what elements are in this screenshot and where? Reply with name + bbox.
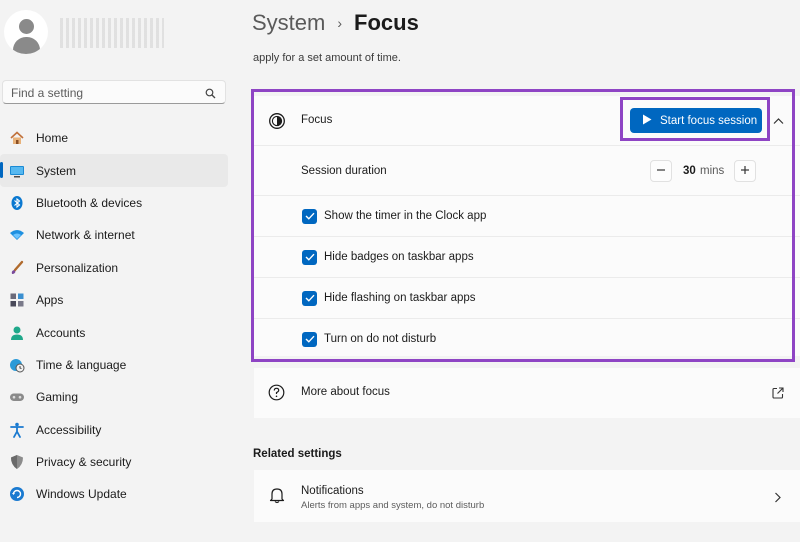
sidebar-item-label: System (36, 163, 77, 178)
notifications-card[interactable]: Notifications Alerts from apps and syste… (254, 470, 800, 522)
page-title: Focus (354, 10, 419, 35)
help-icon (268, 384, 285, 406)
external-link-icon (772, 386, 784, 404)
hide-flashing-checkbox[interactable] (302, 290, 317, 306)
person-icon (9, 325, 25, 341)
gamepad-icon (9, 389, 25, 405)
session-duration-label: Session duration (301, 165, 387, 177)
sidebar: Home System Bluetooth & devices Network … (0, 0, 236, 542)
do-not-disturb-checkbox[interactable] (302, 331, 317, 347)
sidebar-item-label: Time & language (36, 357, 127, 372)
avatar-body (13, 37, 40, 54)
globe-clock-icon (9, 357, 25, 373)
sidebar-item-label: Apps (36, 293, 64, 308)
avatar-head (19, 19, 34, 34)
checkmark-icon (305, 335, 315, 343)
search-icon[interactable] (205, 86, 216, 104)
more-about-focus-card[interactable]: More about focus (254, 368, 800, 418)
sidebar-item-label: Personalization (36, 260, 119, 275)
sidebar-item-label: Windows Update (36, 487, 127, 502)
session-duration-row: Session duration 30 mins (254, 145, 800, 195)
search-input[interactable] (9, 84, 203, 102)
more-about-focus-label: More about focus (301, 386, 390, 398)
user-avatar[interactable] (4, 10, 48, 54)
sidebar-item-apps[interactable]: Apps (0, 284, 228, 316)
main-content: System › Focus apply for a set amount of… (236, 0, 800, 542)
option-hide-flashing[interactable]: Hide flashing on taskbar apps (254, 277, 800, 318)
chevron-right-icon (774, 490, 781, 508)
focus-label: Focus (301, 114, 333, 126)
page-description: apply for a set amount of time. (253, 52, 401, 64)
option-label: Turn on do not disturb (324, 333, 437, 345)
related-settings-heading: Related settings (253, 448, 342, 460)
home-icon (9, 130, 25, 146)
sidebar-item-label: Accessibility (36, 422, 102, 437)
option-do-not-disturb[interactable]: Turn on do not disturb (254, 318, 800, 359)
sidebar-item-gaming[interactable]: Gaming (0, 381, 228, 413)
sidebar-item-bluetooth[interactable]: Bluetooth & devices (0, 187, 228, 219)
option-label: Hide flashing on taskbar apps (324, 292, 476, 304)
sidebar-item-home[interactable]: Home (0, 122, 228, 154)
notifications-subtitle: Alerts from apps and system, do not dist… (301, 500, 485, 511)
sidebar-item-label: Accounts (36, 325, 86, 340)
monitor-icon (9, 163, 25, 179)
decrease-duration-button[interactable] (650, 160, 672, 182)
sidebar-item-accounts[interactable]: Accounts (0, 316, 228, 348)
sidebar-nav: Home System Bluetooth & devices Network … (0, 122, 236, 511)
chevron-up-icon[interactable] (773, 116, 784, 128)
checkmark-icon (305, 294, 315, 302)
update-icon (9, 486, 25, 502)
sidebar-item-personalization[interactable]: Personalization (0, 252, 228, 284)
hide-badges-checkbox[interactable] (302, 249, 317, 265)
notifications-title: Notifications (301, 485, 364, 497)
increase-duration-button[interactable] (734, 160, 756, 182)
sidebar-item-label: Home (36, 131, 69, 146)
session-duration-value: 30 (683, 165, 696, 177)
show-timer-checkbox[interactable] (302, 208, 317, 224)
bell-icon (269, 487, 285, 509)
checkmark-icon (305, 253, 315, 261)
breadcrumb-separator-icon: › (337, 15, 343, 31)
start-button-highlight (620, 97, 770, 141)
wifi-icon (9, 227, 25, 243)
sidebar-item-label: Bluetooth & devices (36, 195, 143, 210)
option-hide-badges[interactable]: Hide badges on taskbar apps (254, 236, 800, 277)
session-duration-unit: mins (700, 165, 725, 177)
plus-icon (740, 162, 750, 180)
sidebar-item-privacy-security[interactable]: Privacy & security (0, 446, 228, 478)
accessibility-icon (9, 422, 25, 438)
sidebar-item-network[interactable]: Network & internet (0, 219, 228, 251)
user-name-redacted (60, 18, 164, 48)
brush-icon (9, 260, 25, 276)
minus-icon (656, 162, 666, 180)
bluetooth-icon (9, 195, 25, 211)
sidebar-item-system[interactable]: System (0, 154, 228, 187)
sidebar-item-label: Network & internet (36, 228, 135, 243)
apps-icon (9, 292, 25, 308)
sidebar-item-label: Privacy & security (36, 455, 132, 470)
sidebar-item-time-language[interactable]: Time & language (0, 349, 228, 381)
search-box[interactable] (2, 80, 226, 104)
breadcrumb-system[interactable]: System (252, 10, 325, 36)
option-label: Show the timer in the Clock app (324, 210, 487, 222)
checkmark-icon (305, 212, 315, 220)
focus-icon (268, 112, 286, 133)
option-show-timer[interactable]: Show the timer in the Clock app (254, 195, 800, 236)
sidebar-item-label: Gaming (36, 390, 79, 405)
option-label: Hide badges on taskbar apps (324, 251, 474, 263)
breadcrumb: System › Focus (252, 10, 419, 36)
shield-icon (9, 454, 25, 470)
sidebar-item-windows-update[interactable]: Windows Update (0, 478, 228, 510)
sidebar-item-accessibility[interactable]: Accessibility (0, 414, 228, 446)
